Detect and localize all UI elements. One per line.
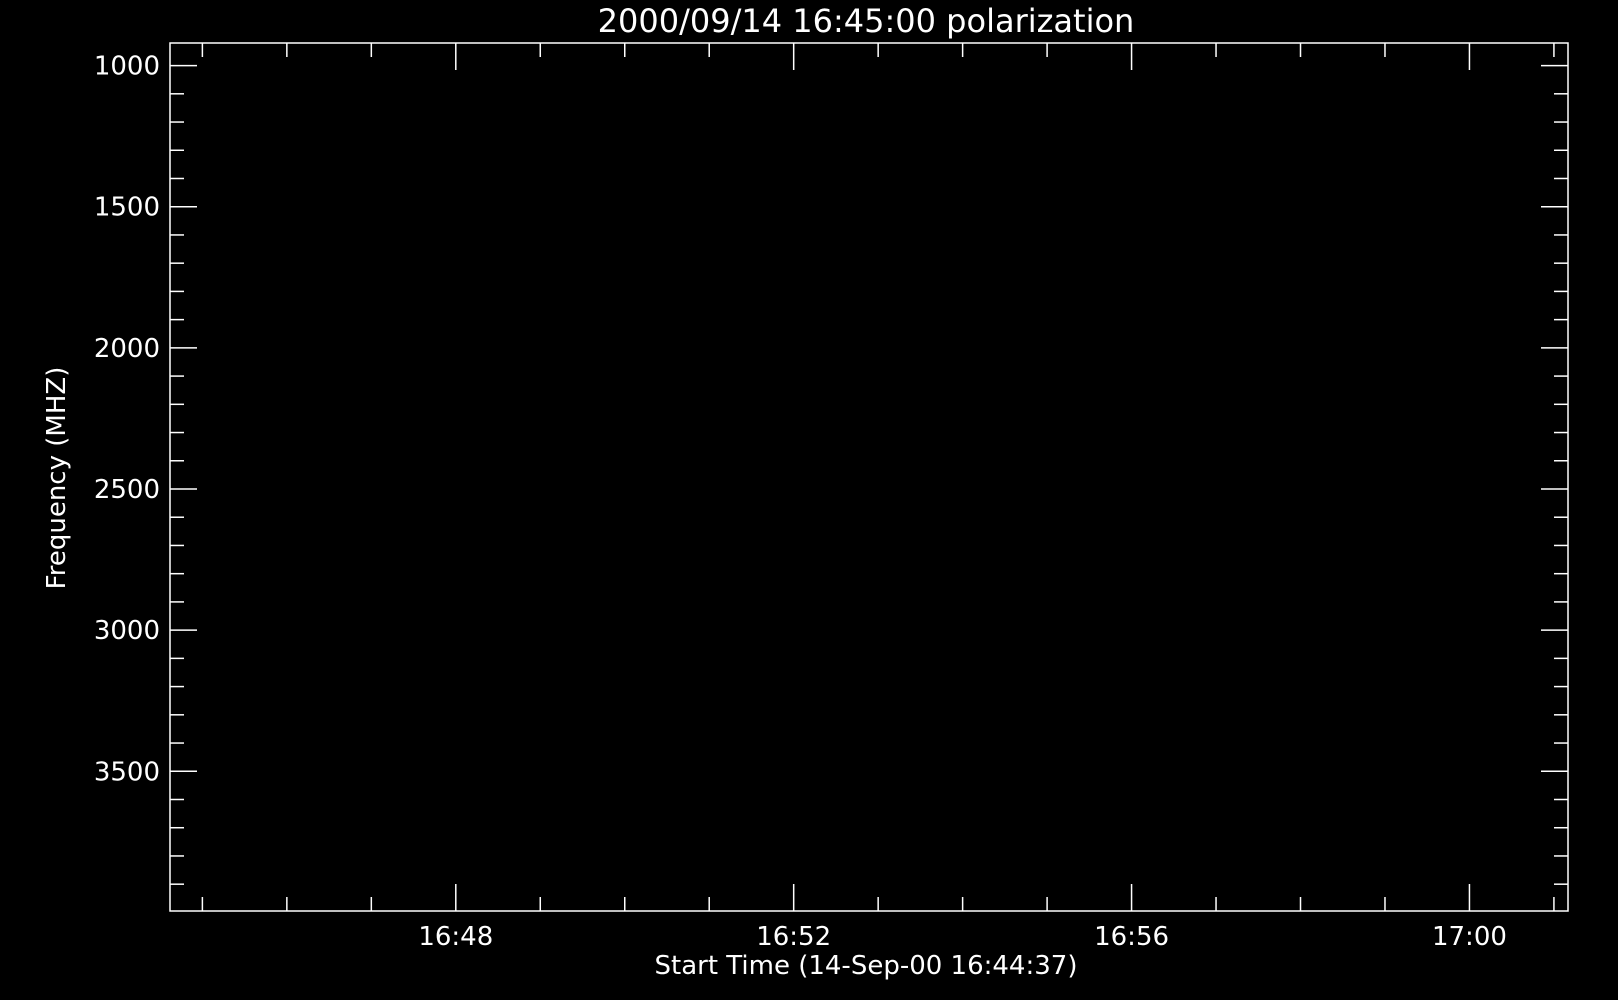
x-axis-label: Start Time (14-Sep-00 16:44:37): [655, 951, 1078, 981]
chart: 2000/09/14 16:45:00 polarization 1000 150…: [0, 0, 1618, 1000]
y-tick-label: 1500: [94, 193, 160, 223]
y-tick-label: 2000: [94, 334, 160, 364]
x-tick-label: 17:00: [1432, 922, 1507, 952]
y-axis-label: Frequency (MHZ): [42, 367, 72, 590]
x-tick-label: 16:56: [1094, 922, 1169, 952]
y-tick-label: 3000: [94, 616, 160, 646]
x-tick-label: 16:52: [756, 922, 831, 952]
chart-background: [0, 0, 1618, 1000]
x-tick-label: 16:48: [418, 922, 493, 952]
y-tick-label: 2500: [94, 475, 160, 505]
y-tick-label: 3500: [94, 757, 160, 787]
chart-title: 2000/09/14 16:45:00 polarization: [598, 2, 1135, 40]
y-tick-label: 1000: [94, 52, 160, 82]
